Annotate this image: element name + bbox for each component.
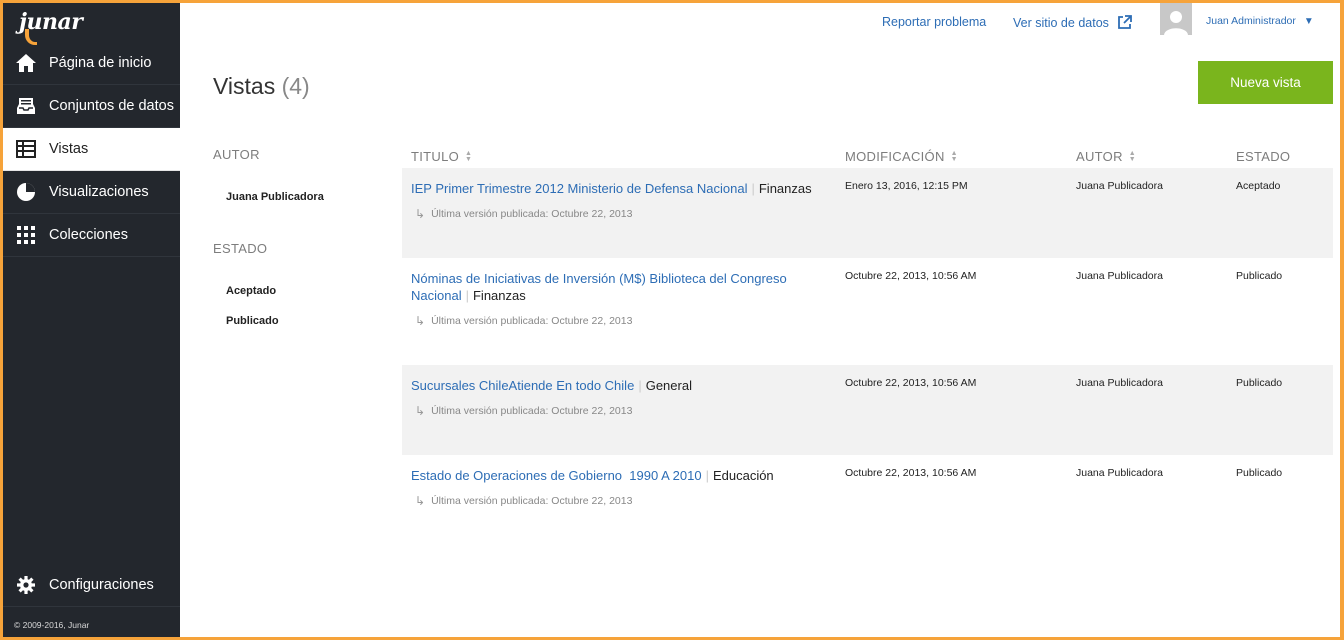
- return-arrow-icon: ↳: [415, 207, 426, 221]
- new-view-button[interactable]: Nueva vista: [1198, 61, 1333, 104]
- table-row: Estado de Operaciones de Gobierno 1990 A…: [402, 455, 1333, 545]
- view-category: Finanzas: [472, 288, 526, 303]
- row-version: ↳ Última versión publicada: Octubre 22, …: [415, 404, 632, 418]
- row-modified: Octubre 22, 2013, 10:56 AM: [845, 467, 977, 479]
- view-title-link[interactable]: Sucursales ChileAtiende En todo Chile: [411, 378, 634, 393]
- sidebar: junar Página de inicio Conjuntos de dato…: [3, 3, 180, 637]
- view-title-link[interactable]: IEP Primer Trimestre 2012 Ministerio de …: [411, 181, 747, 196]
- sidebar-item-datasets[interactable]: Conjuntos de datos: [3, 85, 180, 128]
- app-frame: junar Página de inicio Conjuntos de dato…: [3, 3, 1340, 637]
- table-row: IEP Primer Trimestre 2012 Ministerio de …: [402, 168, 1333, 258]
- version-text: Última versión publicada: Octubre 22, 20…: [431, 405, 633, 417]
- sidebar-item-settings[interactable]: Configuraciones: [3, 563, 180, 607]
- copyright: © 2009-2016, Junar: [14, 620, 90, 630]
- row-author: Juana Publicadora: [1076, 467, 1163, 479]
- sidebar-item-visualizations[interactable]: Visualizaciones: [3, 171, 180, 214]
- filter-author-option[interactable]: Juana Publicadora: [226, 191, 324, 203]
- page-title-text: Vistas: [213, 73, 276, 99]
- filter-status-option[interactable]: Aceptado: [226, 285, 276, 297]
- column-header-label: ESTADO: [1236, 149, 1291, 164]
- column-header-label: TITULO: [411, 149, 460, 164]
- row-author: Juana Publicadora: [1076, 270, 1163, 282]
- user-menu[interactable]: Juan Administrador ▼: [1206, 15, 1314, 27]
- row-status: Publicado: [1236, 377, 1283, 389]
- junar-logo[interactable]: junar: [19, 9, 83, 45]
- row-version: ↳ Última versión publicada: Octubre 22, …: [415, 494, 632, 508]
- view-data-site-link[interactable]: Ver sitio de datos: [1013, 15, 1132, 30]
- row-status: Publicado: [1236, 270, 1283, 282]
- view-data-site-label: Ver sitio de datos: [1013, 15, 1109, 30]
- sidebar-nav: Página de inicio Conjuntos de datos Vist…: [3, 42, 180, 257]
- sidebar-item-views[interactable]: Vistas: [3, 128, 180, 171]
- user-name-label: Juan Administrador: [1206, 15, 1296, 27]
- sidebar-item-home[interactable]: Página de inicio: [3, 42, 180, 85]
- row-version: ↳ Última versión publicada: Octubre 22, …: [415, 314, 632, 328]
- home-icon: [15, 52, 37, 74]
- column-header-label: AUTOR: [1076, 149, 1123, 164]
- gear-icon: [15, 574, 37, 596]
- column-header-author[interactable]: AUTOR ▲ ▼: [1076, 149, 1136, 164]
- sort-icon: ▲ ▼: [950, 149, 958, 163]
- page-title: Vistas (4): [213, 73, 310, 100]
- row-author: Juana Publicadora: [1076, 180, 1163, 192]
- version-text: Última versión publicada: Octubre 22, 20…: [431, 495, 633, 507]
- column-header-modified[interactable]: MODIFICACIÓN ▲ ▼: [845, 149, 958, 164]
- table-icon: [15, 138, 37, 160]
- sidebar-item-label: Conjuntos de datos: [49, 98, 174, 114]
- row-version: ↳ Última versión publicada: Octubre 22, …: [415, 207, 632, 221]
- column-header-label: MODIFICACIÓN: [845, 149, 945, 164]
- sidebar-item-label: Página de inicio: [49, 55, 152, 71]
- table-row: Sucursales ChileAtiende En todo Chile | Ge…: [402, 365, 1333, 455]
- sidebar-item-label: Colecciones: [49, 227, 128, 243]
- row-modified: Octubre 22, 2013, 10:56 AM: [845, 270, 977, 282]
- filter-author-heading: AUTOR: [213, 147, 260, 162]
- row-modified: Enero 13, 2016, 12:15 PM: [845, 180, 968, 192]
- view-category: Finanzas: [758, 181, 812, 196]
- row-title: IEP Primer Trimestre 2012 Ministerio de …: [411, 181, 812, 196]
- return-arrow-icon: ↳: [415, 314, 426, 328]
- avatar[interactable]: [1160, 3, 1192, 35]
- column-header-status: ESTADO: [1236, 149, 1290, 164]
- filter-status-heading: ESTADO: [213, 241, 268, 256]
- table-row: Nóminas de Iniciativas de Inversión (M$)…: [402, 258, 1333, 365]
- row-status: Aceptado: [1236, 180, 1281, 192]
- column-header-title[interactable]: TITULO ▲ ▼: [411, 149, 472, 164]
- version-text: Última versión publicada: Octubre 22, 20…: [431, 208, 633, 220]
- row-title: Estado de Operaciones de Gobierno 1990 A…: [411, 468, 774, 483]
- sidebar-item-label: Vistas: [49, 141, 89, 157]
- user-silhouette-icon: [1164, 11, 1188, 35]
- row-modified: Octubre 22, 2013, 10:56 AM: [845, 377, 977, 389]
- pie-chart-icon: [15, 181, 37, 203]
- settings-label: Configuraciones: [49, 576, 154, 593]
- row-title: Nóminas de Iniciativas de Inversión (M$)…: [411, 271, 787, 303]
- row-title: Sucursales ChileAtiende En todo Chile | Ge…: [411, 378, 692, 393]
- row-author: Juana Publicadora: [1076, 377, 1163, 389]
- return-arrow-icon: ↳: [415, 494, 426, 508]
- view-category: General: [645, 378, 692, 393]
- view-category: Educación: [712, 468, 774, 483]
- sort-icon: ▲ ▼: [1128, 149, 1136, 163]
- caret-down-icon: ▼: [1303, 15, 1314, 27]
- report-problem-link[interactable]: Reportar problema: [882, 15, 986, 29]
- grid-icon: [15, 224, 37, 246]
- sort-icon: ▲ ▼: [465, 149, 473, 163]
- inbox-icon: [15, 95, 37, 117]
- sidebar-item-label: Visualizaciones: [49, 184, 149, 200]
- version-text: Última versión publicada: Octubre 22, 20…: [431, 315, 633, 327]
- row-status: Publicado: [1236, 467, 1283, 479]
- return-arrow-icon: ↳: [415, 404, 426, 418]
- sidebar-item-collections[interactable]: Colecciones: [3, 214, 180, 257]
- view-title-link[interactable]: Estado de Operaciones de Gobierno 1990 A…: [411, 468, 702, 483]
- filter-status-option[interactable]: Publicado: [226, 315, 279, 327]
- page-title-count: (4): [281, 73, 310, 99]
- external-link-icon: [1118, 15, 1132, 29]
